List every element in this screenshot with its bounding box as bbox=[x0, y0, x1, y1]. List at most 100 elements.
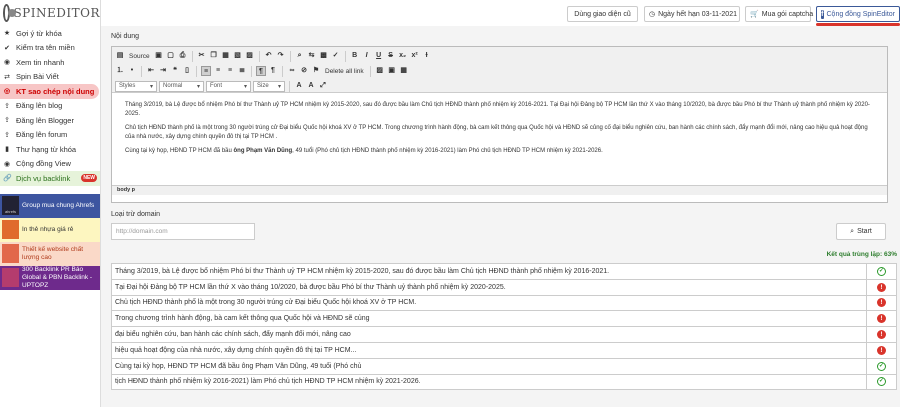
ad-thumb bbox=[2, 268, 19, 287]
old-ui-button[interactable]: Dùng giao diện cũ bbox=[567, 6, 638, 22]
copy-icon[interactable]: ❐ bbox=[209, 51, 219, 61]
delete-all-link-button[interactable]: Delete all link bbox=[323, 68, 366, 75]
status-cell: ! bbox=[866, 278, 897, 296]
source-button[interactable]: Source bbox=[127, 53, 152, 60]
paste-word-icon[interactable]: ▨ bbox=[245, 51, 255, 61]
anchor-icon[interactable]: ⚑ bbox=[311, 66, 321, 76]
paste-text-icon[interactable]: ▧ bbox=[233, 51, 243, 61]
link-icon: 🔗 bbox=[3, 175, 12, 183]
sidebar-item-post-blogger[interactable]: ⇪ Đăng lên Blogger bbox=[0, 113, 100, 128]
sidebar-item-spin[interactable]: ⇄ Spin Bài Viết bbox=[0, 70, 100, 85]
redo-icon[interactable]: ↷ bbox=[276, 51, 286, 61]
ad-plastic-card[interactable]: In thẻ nhựa giá rẻ bbox=[0, 217, 100, 242]
new-page-icon[interactable]: ▢ bbox=[166, 51, 176, 61]
format-select[interactable]: Normal ▾ bbox=[159, 80, 204, 92]
sentence-cell: Tại Đại hội Đảng bộ TP HCM lần thứ X vào… bbox=[111, 278, 867, 296]
alert-circle-icon: ! bbox=[877, 330, 886, 340]
sentence-cell: hiệu quả hoạt động của nhà nước, xây dựn… bbox=[111, 341, 867, 359]
align-right-icon[interactable]: ≡ bbox=[225, 66, 235, 76]
bold-icon[interactable]: B bbox=[350, 51, 360, 61]
ad-backlink[interactable]: 300 Backlink PR Báo Global & PBN Backlin… bbox=[0, 265, 100, 290]
div-icon[interactable]: ▯ bbox=[182, 66, 192, 76]
maximize-icon[interactable]: ⤢ bbox=[318, 81, 328, 91]
sidebar-item-post-blog[interactable]: ⇪ Đăng lên blog bbox=[0, 99, 100, 114]
content-text: , 49 tuổi (Phó chủ tịch HĐND thành phố n… bbox=[292, 148, 603, 154]
clock-icon: ◷ bbox=[649, 11, 656, 18]
sidebar-item-label: Đăng lên blog bbox=[16, 101, 63, 111]
sidebar-item-copy-check[interactable]: ◎ KT sao chép nội dung bbox=[0, 84, 99, 99]
ltr-icon[interactable]: ¶ bbox=[256, 66, 266, 76]
start-button[interactable]: ⌕ Start bbox=[836, 223, 886, 240]
expiry-button[interactable]: ◷ Ngày hết hạn 03-11-2021 bbox=[644, 6, 740, 22]
sentence-cell: Trong chương trình hành động, bà cam kết… bbox=[111, 310, 867, 328]
subscript-icon[interactable]: x₂ bbox=[398, 51, 408, 61]
blockquote-icon[interactable]: ❝ bbox=[170, 66, 180, 76]
bulleted-list-icon[interactable]: • bbox=[127, 66, 137, 76]
table-row: hiệu quả hoạt động của nhà nước, xây dựn… bbox=[111, 341, 897, 359]
domain-input[interactable]: http://domain.com bbox=[111, 223, 255, 240]
status-cell: ! bbox=[866, 294, 897, 312]
table-row: đại biểu nghiên cứu, ban hành các chính … bbox=[111, 326, 897, 343]
app-page: SPINEDITOR ★ Gợi ý từ khóa ✔ Kiểm tra tên … bbox=[0, 0, 900, 407]
start-label: Start bbox=[857, 228, 872, 235]
indent-icon[interactable]: ⇥ bbox=[158, 66, 168, 76]
content-paragraph: Chủ tịch HĐND thành phố là một trong 30 … bbox=[125, 125, 868, 140]
editor-status-bar: body p bbox=[112, 185, 887, 195]
ad-website-design[interactable]: Thiết kế website chất lượng cao bbox=[0, 241, 100, 266]
sidebar-item-label: Kiểm tra tên miền bbox=[16, 43, 75, 53]
sidebar-item-keyword-suggest[interactable]: ★ Gợi ý từ khóa bbox=[0, 26, 100, 41]
check-circle-icon: ✓ bbox=[877, 266, 886, 276]
justify-icon[interactable]: ≣ bbox=[237, 66, 247, 76]
select-all-icon[interactable]: ▩ bbox=[319, 51, 329, 61]
bg-color-icon[interactable]: A bbox=[306, 81, 316, 91]
sidebar-item-quick-news[interactable]: ◉ Xem tin nhanh bbox=[0, 55, 100, 70]
editor-content[interactable]: Tháng 3/2019, bà Lệ được bổ nhiệm Phó bí… bbox=[112, 93, 887, 185]
align-center-icon[interactable]: ≡ bbox=[213, 66, 223, 76]
spellcheck-icon[interactable]: ✓ bbox=[331, 51, 341, 61]
sidebar-item-post-forum[interactable]: ⇪ Đăng lên forum bbox=[0, 128, 100, 143]
size-select[interactable]: Size ▾ bbox=[253, 80, 285, 92]
source-icon[interactable]: ▤ bbox=[115, 51, 125, 61]
font-select[interactable]: Font ▾ bbox=[206, 80, 251, 92]
buy-captcha-button[interactable]: 🛒 Mua gói captcha bbox=[745, 6, 813, 22]
undo-icon[interactable]: ↶ bbox=[264, 51, 274, 61]
content-paragraph: Tháng 3/2019, bà Lệ được bổ nhiệm Phó bí… bbox=[125, 102, 870, 117]
find-icon[interactable]: ⌕ bbox=[295, 51, 305, 61]
link-icon[interactable]: ∞ bbox=[287, 66, 297, 76]
numbered-list-icon[interactable]: ⒈ bbox=[115, 66, 125, 76]
sidebar-item-community-view[interactable]: ◉ Cộng đồng View bbox=[0, 157, 100, 172]
ad-ahrefs[interactable]: ahrefs Group mua chung Ahrefs bbox=[0, 193, 100, 218]
outdent-icon[interactable]: ⇤ bbox=[146, 66, 156, 76]
print-icon[interactable]: ⎙ bbox=[178, 51, 188, 61]
community-button[interactable]: f Cộng đồng SpinEditor bbox=[816, 6, 900, 22]
paste-icon[interactable]: ▦ bbox=[221, 51, 231, 61]
unlink-icon[interactable]: ⊘ bbox=[299, 66, 309, 76]
rtl-icon[interactable]: ¶ bbox=[268, 66, 278, 76]
sidebar-item-label: Thư hạng từ khóa bbox=[16, 144, 77, 154]
app-logo[interactable]: SPINEDITOR bbox=[0, 0, 100, 26]
text-color-icon[interactable]: A bbox=[294, 81, 304, 91]
underline-icon[interactable]: U bbox=[374, 51, 384, 61]
sidebar-item-keyword-rank[interactable]: ▮ Thư hạng từ khóa bbox=[0, 142, 100, 157]
sidebar-item-backlink[interactable]: 🔗 Dịch vụ backlink NEW bbox=[0, 171, 100, 186]
styles-select[interactable]: Styles ▾ bbox=[115, 80, 157, 92]
results-body: Tháng 3/2019, bà Lệ được bổ nhiệm Phó bí… bbox=[111, 263, 897, 391]
content-label: Nội dung bbox=[111, 33, 140, 40]
save-icon[interactable]: ▣ bbox=[154, 51, 164, 61]
italic-icon[interactable]: I bbox=[362, 51, 372, 61]
replace-icon[interactable]: ⇆ bbox=[307, 51, 317, 61]
remove-format-icon[interactable]: Ɨ bbox=[422, 51, 432, 61]
strike-icon[interactable]: S bbox=[386, 51, 396, 61]
cut-icon[interactable]: ✂ bbox=[197, 51, 207, 61]
sidebar-menu: ★ Gợi ý từ khóa ✔ Kiểm tra tên miền ◉ Xem t… bbox=[0, 26, 100, 186]
sentence-cell: Chủ tịch HĐND thành phố là một trong 30 … bbox=[111, 294, 867, 312]
image-icon[interactable]: ▨ bbox=[375, 66, 385, 76]
superscript-icon[interactable]: x² bbox=[410, 51, 420, 61]
sidebar-item-domain-check[interactable]: ✔ Kiểm tra tên miền bbox=[0, 41, 100, 56]
align-left-icon[interactable]: ≡ bbox=[201, 66, 211, 76]
content-bold-text: ông Phạm Văn Dũng bbox=[233, 148, 293, 154]
table-icon[interactable]: ▦ bbox=[399, 66, 409, 76]
flash-icon[interactable]: ▣ bbox=[387, 66, 397, 76]
styles-value: Styles bbox=[119, 83, 136, 89]
check-circle-icon: ✓ bbox=[877, 377, 886, 387]
